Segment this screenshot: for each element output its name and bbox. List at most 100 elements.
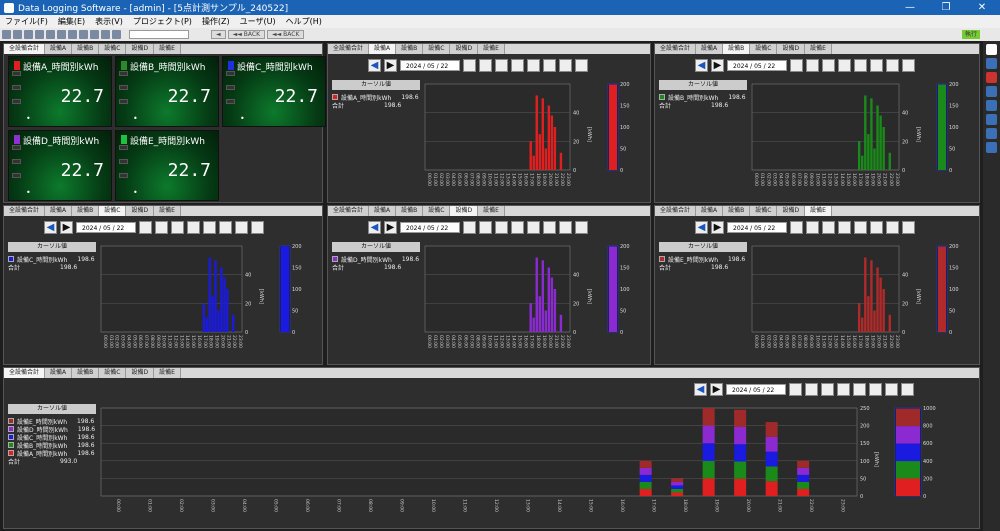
- chart-tool-5-icon[interactable]: [543, 220, 556, 234]
- toolbar-save-icon[interactable]: [24, 30, 33, 39]
- chart-tool-2-icon[interactable]: [822, 58, 835, 72]
- tab-4[interactable]: 設備D: [777, 206, 806, 216]
- chart-tool-4-icon[interactable]: [527, 58, 540, 72]
- prev-day-button[interactable]: ◀: [44, 220, 57, 234]
- chart-tool-1-icon[interactable]: [155, 220, 168, 234]
- tab-1[interactable]: 設備A: [369, 44, 397, 54]
- chart-tool-0-icon[interactable]: [463, 220, 476, 234]
- prev-day-button[interactable]: ◀: [695, 220, 708, 234]
- prev-day-button[interactable]: ◀: [695, 58, 708, 72]
- chart-tool-2-icon[interactable]: [495, 58, 508, 72]
- menu-view[interactable]: 表示(V): [90, 16, 128, 27]
- tab-3[interactable]: 設備C: [750, 44, 778, 54]
- chart-tool-0-icon[interactable]: [790, 58, 803, 72]
- chart-tool-6-icon[interactable]: [885, 382, 898, 396]
- next-day-button[interactable]: ▶: [384, 220, 397, 234]
- chart-tool-1-icon[interactable]: [805, 382, 818, 396]
- date-input[interactable]: 2024 / 05 / 22: [400, 221, 460, 233]
- chart-tool-0-icon[interactable]: [790, 220, 803, 234]
- chart-tool-0-icon[interactable]: [789, 382, 802, 396]
- toolbar-paste-icon[interactable]: [90, 30, 99, 39]
- toolbar-folder-icon[interactable]: [46, 30, 55, 39]
- tab-5[interactable]: 設備E: [154, 44, 181, 54]
- chart-tool-1-icon[interactable]: [479, 220, 492, 234]
- chart-tool-7-icon[interactable]: [575, 58, 588, 72]
- chart-tool-7-icon[interactable]: [251, 220, 264, 234]
- chart-tool-6-icon[interactable]: [559, 58, 572, 72]
- chart-svg[interactable]: 0 20 40 [kWh] 00:00 01:00 02:00 03:00 04:00 05:00…: [98, 242, 320, 362]
- toolbar-folder2-icon[interactable]: [57, 30, 66, 39]
- chart-tool-7-icon[interactable]: [901, 382, 914, 396]
- prev-day-button[interactable]: ◀: [694, 382, 707, 396]
- chart-tool-5-icon[interactable]: [870, 220, 883, 234]
- sidebar-tool4-icon[interactable]: [986, 100, 997, 111]
- chart-tool-3-icon[interactable]: [838, 58, 851, 72]
- tab-5[interactable]: 設備E: [805, 44, 832, 54]
- chart-tool-7-icon[interactable]: [902, 58, 915, 72]
- tab-0[interactable]: 全設備合計: [4, 368, 46, 378]
- tab-4[interactable]: 設備D: [126, 206, 155, 216]
- date-input[interactable]: 2024 / 05 / 22: [727, 59, 787, 71]
- tab-3[interactable]: 設備C: [99, 206, 127, 216]
- tab-2[interactable]: 設備B: [396, 44, 424, 54]
- next-day-button[interactable]: ▶: [60, 220, 73, 234]
- tab-0[interactable]: 全設備合計: [4, 206, 46, 216]
- tab-3[interactable]: 設備C: [750, 206, 778, 216]
- toolbar-cut-icon[interactable]: [68, 30, 77, 39]
- chart-tool-2-icon[interactable]: [171, 220, 184, 234]
- chart-svg[interactable]: 0 20 40 [kWh] 00:00 01:00 02:00 03:00 04:00 05:00…: [422, 242, 648, 362]
- chart-tool-2-icon[interactable]: [821, 382, 834, 396]
- chart-tool-1-icon[interactable]: [479, 58, 492, 72]
- chart-tool-6-icon[interactable]: [235, 220, 248, 234]
- restore-icon[interactable]: ❐: [928, 0, 964, 15]
- toolbar-prev-button[interactable]: ◄: [211, 30, 226, 39]
- tab-3[interactable]: 設備C: [423, 44, 451, 54]
- chart-tool-7-icon[interactable]: [575, 220, 588, 234]
- next-day-button[interactable]: ▶: [384, 58, 397, 72]
- tab-2[interactable]: 設備B: [723, 206, 751, 216]
- tab-1[interactable]: 設備A: [45, 206, 73, 216]
- chart-tool-3-icon[interactable]: [511, 58, 524, 72]
- chart-tool-5-icon[interactable]: [543, 58, 556, 72]
- chart-tool-4-icon[interactable]: [203, 220, 216, 234]
- toolbar-back-button[interactable]: ◄◄ BACK: [227, 30, 265, 39]
- sidebar-tool7-icon[interactable]: [986, 142, 997, 153]
- tab-5[interactable]: 設備E: [805, 206, 832, 216]
- toolbar-new-icon[interactable]: [2, 30, 11, 39]
- chart-tool-7-icon[interactable]: [902, 220, 915, 234]
- chart-tool-2-icon[interactable]: [495, 220, 508, 234]
- next-day-button[interactable]: ▶: [710, 382, 723, 396]
- tab-4[interactable]: 設備D: [450, 44, 479, 54]
- chart-tool-1-icon[interactable]: [806, 58, 819, 72]
- sidebar-tool2-icon[interactable]: [986, 72, 997, 83]
- tab-2[interactable]: 設備B: [72, 44, 100, 54]
- tab-2[interactable]: 設備B: [72, 206, 100, 216]
- tab-4[interactable]: 設備D: [126, 44, 155, 54]
- chart-svg[interactable]: 0 50 100 150 200 250 [kWh] 00:00 01:00 02:00 03:00…: [98, 404, 977, 526]
- tab-2[interactable]: 設備B: [396, 206, 424, 216]
- tab-4[interactable]: 設備D: [777, 44, 806, 54]
- tab-0[interactable]: 全設備合計: [655, 206, 697, 216]
- chart-tool-0-icon[interactable]: [139, 220, 152, 234]
- date-input[interactable]: 2024 / 05 / 22: [727, 221, 787, 233]
- chart-tool-6-icon[interactable]: [886, 220, 899, 234]
- tab-1[interactable]: 設備A: [45, 44, 73, 54]
- tab-2[interactable]: 設備B: [723, 44, 751, 54]
- tab-0[interactable]: 全設備合計: [4, 44, 46, 54]
- toolbar-open-icon[interactable]: [13, 30, 22, 39]
- chart-tool-4-icon[interactable]: [853, 382, 866, 396]
- menu-user[interactable]: ユーザ(U): [235, 16, 281, 27]
- minimize-icon[interactable]: —: [892, 0, 928, 15]
- tab-0[interactable]: 全設備合計: [655, 44, 697, 54]
- tab-3[interactable]: 設備C: [99, 44, 127, 54]
- toolbar-print-icon[interactable]: [35, 30, 44, 39]
- tab-2[interactable]: 設備B: [72, 368, 100, 378]
- chart-svg[interactable]: 0 20 40 [kWh] 00:00 01:00 02:00 03:00 04:00 05:00…: [422, 80, 648, 200]
- tab-0[interactable]: 全設備合計: [328, 44, 370, 54]
- tab-4[interactable]: 設備D: [126, 368, 155, 378]
- toolbar-combo[interactable]: [129, 30, 189, 39]
- toolbar-copy-icon[interactable]: [79, 30, 88, 39]
- tab-4[interactable]: 設備D: [450, 206, 479, 216]
- menu-operation[interactable]: 操作(Z): [197, 16, 235, 27]
- next-day-button[interactable]: ▶: [711, 220, 724, 234]
